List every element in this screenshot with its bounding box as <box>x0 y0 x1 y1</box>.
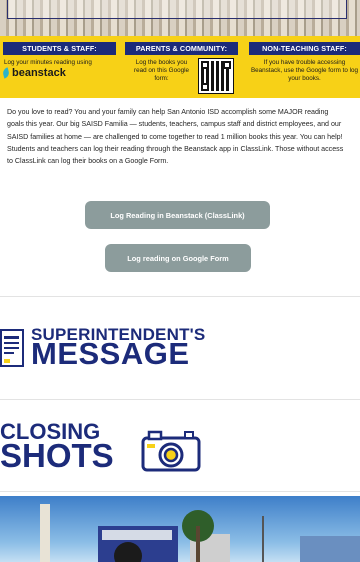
document-icon <box>0 329 24 367</box>
section-divider <box>0 399 360 400</box>
header-photo-frame <box>7 0 347 19</box>
shots-heading: SHOTS <box>0 437 114 474</box>
parents-community-column: PARENTS & COMMUNITY: Log the books you r… <box>125 42 238 98</box>
non-teaching-column: NON-TEACHING STAFF: If you have trouble … <box>249 42 360 98</box>
section-divider <box>0 491 360 492</box>
section-divider <box>0 296 360 297</box>
header-photo <box>0 0 360 36</box>
message-heading: MESSAGE <box>31 336 190 371</box>
intro-paragraph: Do you love to read? You and your family… <box>7 108 344 166</box>
camera-icon <box>141 430 201 472</box>
qr-code-icon[interactable] <box>197 58 234 94</box>
parents-community-heading: PARENTS & COMMUNITY: <box>125 42 238 55</box>
beanstack-wordmark: beanstack <box>12 67 66 80</box>
non-teaching-text: If you have trouble accessing Beanstack,… <box>250 59 359 83</box>
log-beanstack-button[interactable]: Log Reading in Beanstack (ClassLink) <box>85 201 270 229</box>
reading-banner: STUDENTS & STAFF: Log your minutes readi… <box>0 36 360 98</box>
beanstack-logo: beanstack <box>1 67 116 80</box>
parents-community-text: Log the books you read on this Google fo… <box>134 59 189 83</box>
log-google-form-button[interactable]: Log reading on Google Form <box>105 244 251 272</box>
students-staff-heading: STUDENTS & STAFF: <box>3 42 116 55</box>
beanstack-leaf-icon <box>1 67 11 79</box>
photo-scene <box>40 504 360 562</box>
students-staff-column: STUDENTS & STAFF: Log your minutes readi… <box>1 42 116 98</box>
non-teaching-heading: NON-TEACHING STAFF: <box>249 42 360 55</box>
closing-shots-photo <box>0 496 360 562</box>
students-staff-text: Log your minutes reading using <box>4 59 92 66</box>
